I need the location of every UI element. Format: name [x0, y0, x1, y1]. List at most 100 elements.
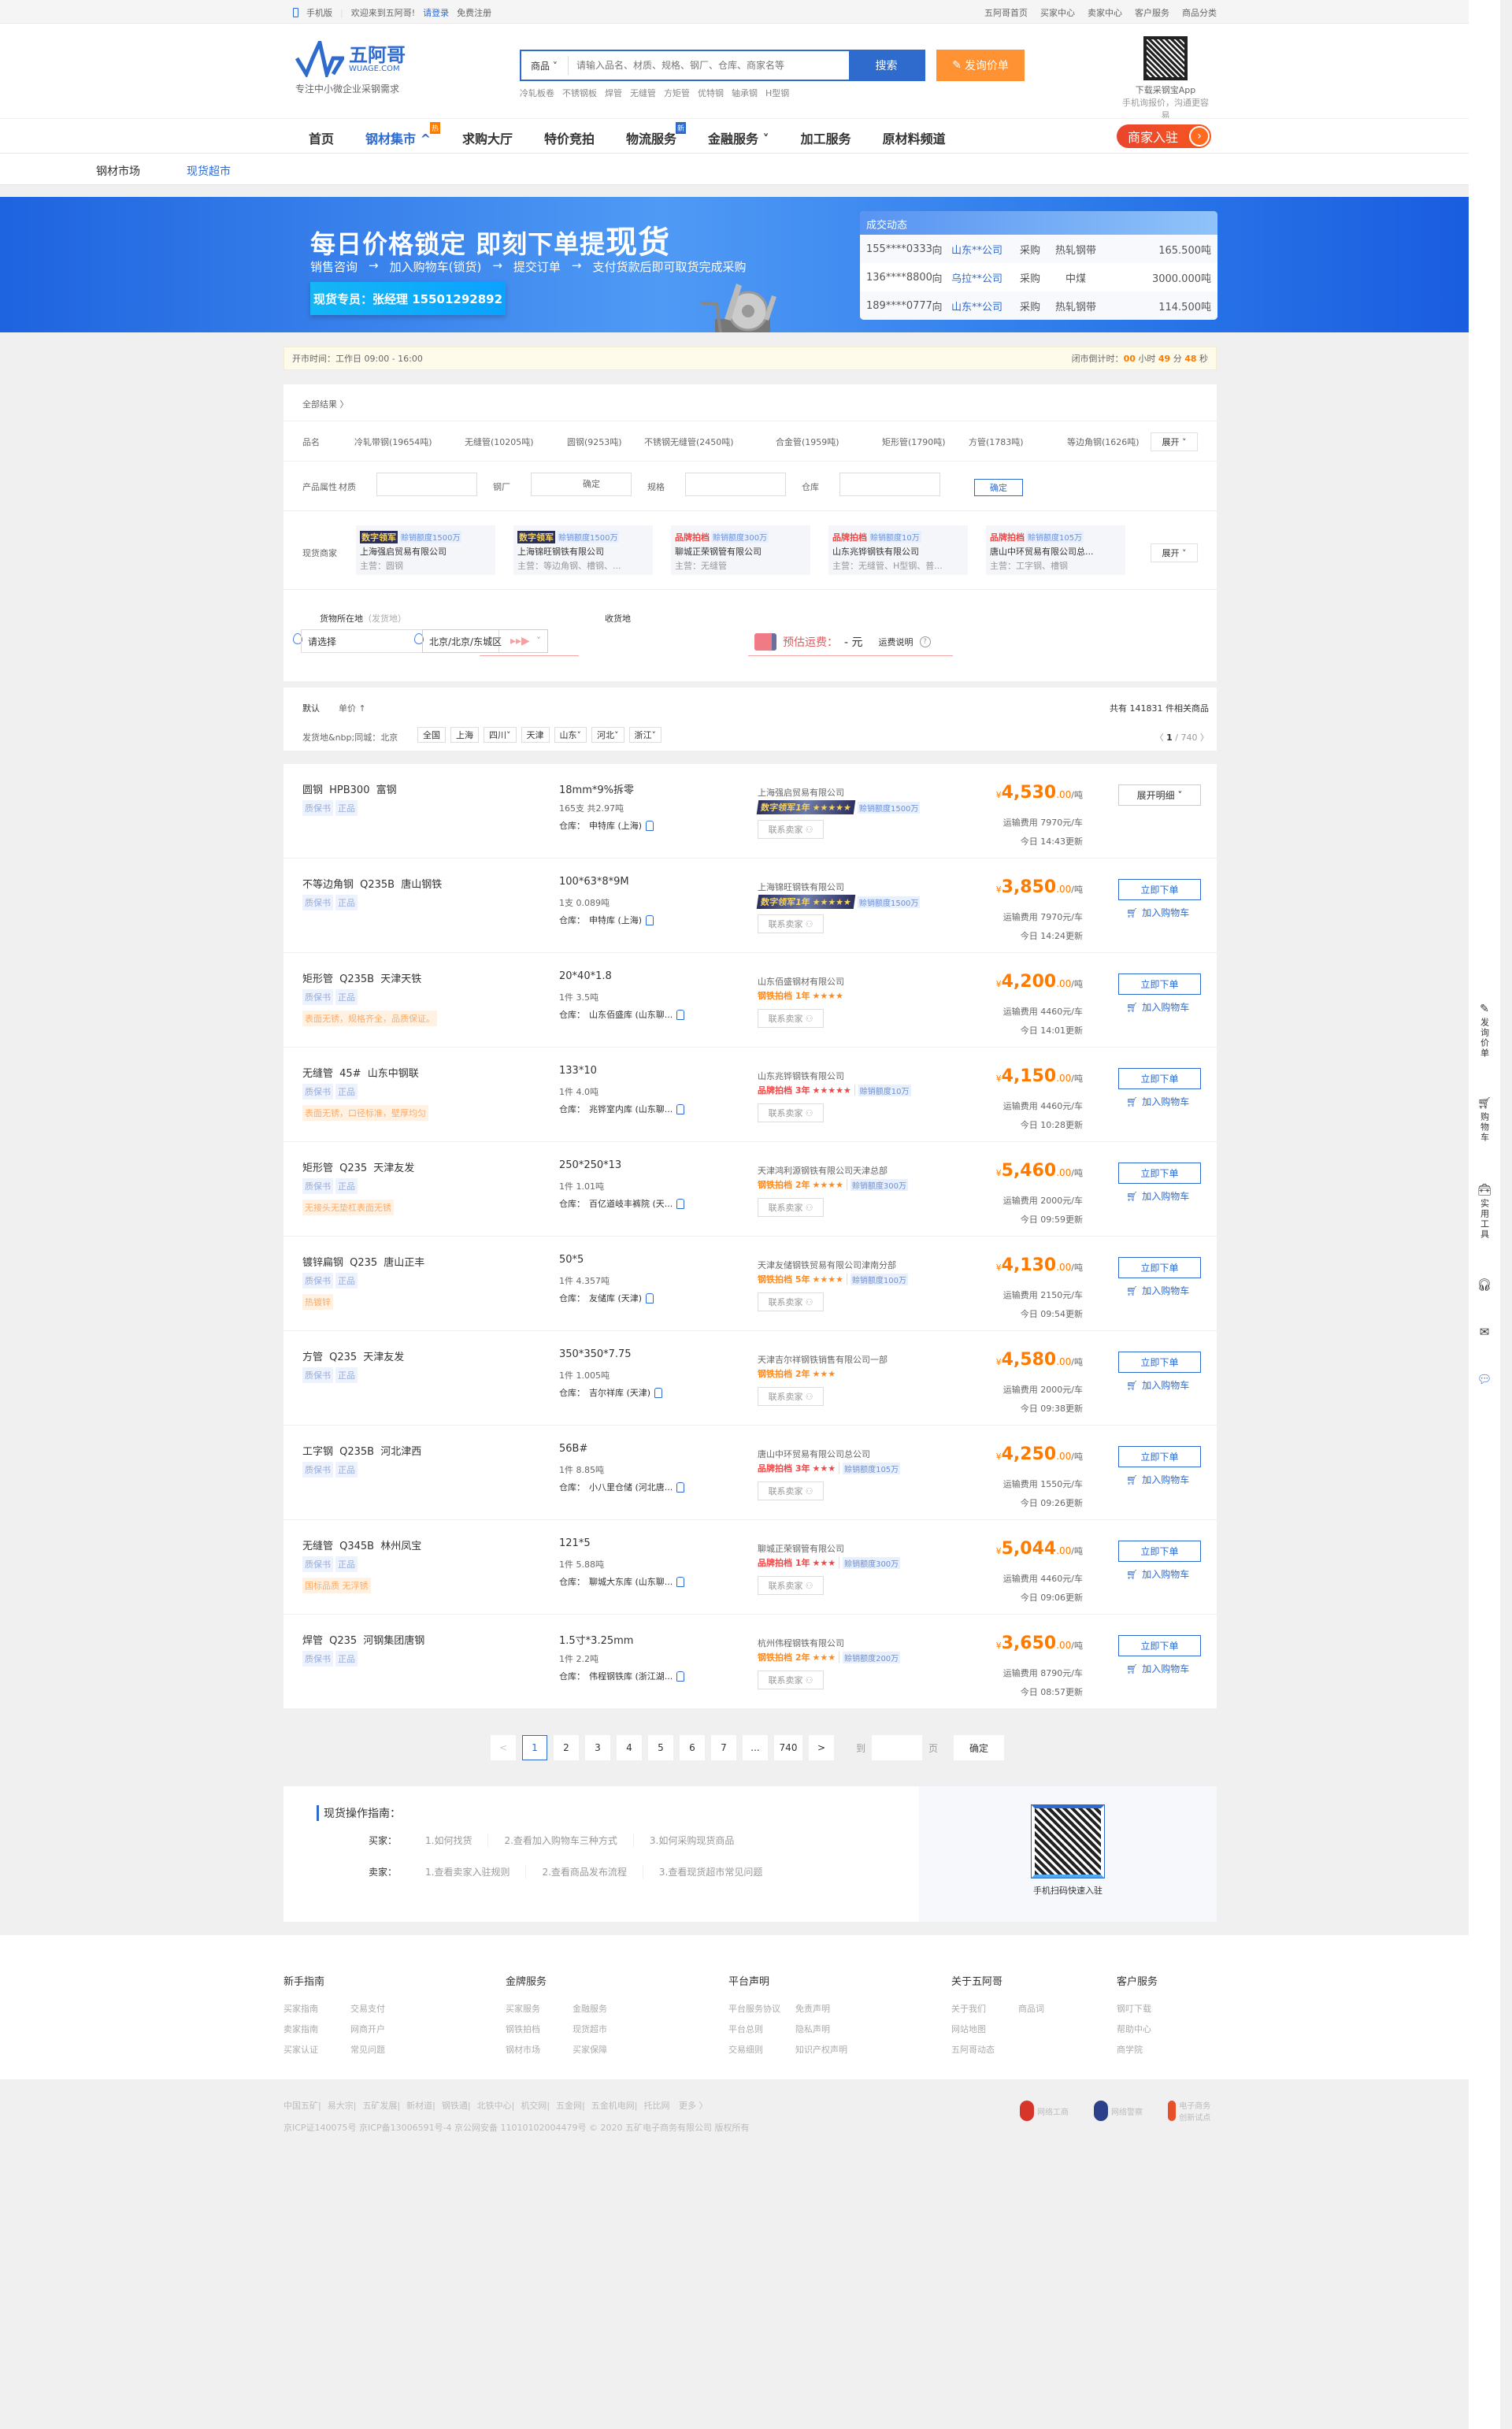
contact-seller-button[interactable]: 联系卖家 ⚇ [758, 820, 824, 839]
page-button[interactable]: ... [743, 1735, 768, 1760]
footer-link[interactable]: 交易细则 [728, 2043, 795, 2056]
footer-link[interactable]: 隐私声明 [795, 2023, 862, 2035]
seller-guide-link[interactable]: 1.查看卖家入驻规则 [410, 1865, 527, 1878]
nav-item[interactable]: 首页 [309, 128, 334, 147]
footer-link[interactable]: 网商开户 [350, 2023, 417, 2035]
page-button[interactable]: 2 [554, 1735, 579, 1760]
attribute-input-0[interactable] [376, 473, 477, 496]
footer-link[interactable]: 买家保障 [573, 2043, 639, 2056]
add-to-cart-button[interactable]: 🛒︎ 加入购物车 [1126, 1284, 1189, 1297]
mail-icon[interactable]: ✉ [1469, 1326, 1500, 1338]
warehouse-icon[interactable] [646, 1292, 654, 1304]
search-input[interactable] [569, 51, 849, 80]
expand-names-button[interactable]: 展开 ˅ [1151, 432, 1198, 451]
subnav-item[interactable]: 钢材市场 [96, 163, 140, 179]
footer-link[interactable]: 平台服务协议 [728, 2002, 795, 2015]
trust-badge[interactable]: 网络警察 [1094, 2099, 1149, 2123]
sidebar-cart[interactable]: 🛒︎ 购物车 [1469, 1098, 1500, 1145]
merchant-card[interactable]: 品牌拍档 赊销额度300万 聊城正荣钢管有限公司 主营：无缝管 [671, 525, 810, 575]
footer-link[interactable]: 网站地图 [951, 2023, 1018, 2035]
region-chip[interactable]: 山东˅ [554, 727, 587, 743]
seller-name[interactable]: 天津鸿利源钢铁有限公司天津总部 [758, 1164, 888, 1177]
breadcrumb-all-results[interactable]: 全部结果 〉 [302, 398, 349, 410]
expand-merchants-button[interactable]: 展开 ˅ [1151, 543, 1198, 562]
footer-link[interactable]: 交易支付 [350, 2002, 417, 2015]
filter-name-option[interactable]: 冷轧带钢(19654吨) [354, 436, 432, 448]
question-icon[interactable]: ? [919, 636, 931, 647]
page-button[interactable]: 7 [711, 1735, 736, 1760]
contact-seller-button[interactable]: 联系卖家 ⚇ [758, 1009, 824, 1028]
hot-keyword[interactable]: 优特钢 [698, 87, 724, 99]
contact-seller-button[interactable]: 联系卖家 ⚇ [758, 1103, 824, 1122]
merchant-card[interactable]: 品牌拍档 赊销额度105万 唐山中环贸易有限公司总... 主营：工字钢、槽钢 [986, 525, 1125, 575]
add-to-cart-button[interactable]: 🛒︎ 加入购物车 [1126, 1189, 1189, 1203]
add-to-cart-button[interactable]: 🛒︎ 加入购物车 [1126, 1000, 1189, 1014]
product-name[interactable]: 圆钢 HPB300 富钢 [302, 781, 397, 796]
sidebar-pencil[interactable]: ✎ 发询价单 [1469, 1003, 1500, 1061]
top-link[interactable]: 客户服务 [1135, 6, 1169, 19]
footer-link[interactable]: 免责声明 [795, 2002, 862, 2015]
hot-keyword[interactable]: 冷轧板卷 [520, 87, 554, 99]
nav-item[interactable]: 钢材集市 ^ 热 [365, 122, 440, 147]
headset-icon[interactable]: 🎧︎ [1469, 1279, 1500, 1291]
friend-link[interactable]: 五金网 [556, 2101, 582, 2111]
seller-name[interactable]: 天津友储钢铁贸易有限公司津南分部 [758, 1259, 896, 1271]
region-chip[interactable]: 上海 [450, 727, 479, 743]
seller-guide-link[interactable]: 2.查看商品发布流程 [526, 1865, 643, 1878]
seller-name[interactable]: 杭州伟程钢铁有限公司 [758, 1637, 844, 1649]
region-chip[interactable]: 四川˅ [484, 727, 517, 743]
contact-seller-button[interactable]: 联系卖家 ⚇ [758, 1671, 824, 1689]
add-to-cart-button[interactable]: 🛒︎ 加入购物车 [1126, 1662, 1189, 1675]
footer-link[interactable]: 买家服务 [506, 2002, 573, 2015]
order-now-button[interactable]: 立即下单 [1118, 1068, 1201, 1089]
footer-link[interactable]: 钢材市场 [506, 2043, 573, 2056]
chat-icon[interactable]: 💬︎ [1469, 1374, 1500, 1385]
contact-seller-button[interactable]: 联系卖家 ⚇ [758, 1387, 824, 1406]
goto-confirm-button[interactable]: 确定 [954, 1735, 1005, 1760]
warehouse-icon[interactable] [676, 1482, 685, 1493]
merchant-card[interactable]: 品牌拍档 赊销额度10万 山东兆铧钢铁有限公司 主营：无缝管、H型钢、普... [828, 525, 968, 575]
attribute-confirm-button[interactable]: 确定 [583, 477, 604, 489]
add-to-cart-button[interactable]: 🛒︎ 加入购物车 [1126, 1473, 1189, 1486]
page-button[interactable]: 6 [680, 1735, 705, 1760]
footer-link[interactable]: 卖家指南 [284, 2023, 350, 2035]
warehouse-icon[interactable] [646, 914, 654, 925]
friend-link[interactable]: 北铁中心 [477, 2101, 512, 2111]
product-name[interactable]: 无缝管 45# 山东中钢联 [302, 1065, 419, 1080]
hot-keyword[interactable]: 不锈钢板 [562, 87, 597, 99]
footer-link[interactable]: 金融服务 [573, 2002, 639, 2015]
trust-badge[interactable]: 电子商务创新试点 [1168, 2099, 1215, 2123]
product-name[interactable]: 矩形管 Q235B 天津天铁 [302, 970, 421, 985]
footer-link[interactable]: 五阿哥动态 [951, 2043, 1018, 2056]
seller-name[interactable]: 上海锦旺钢铁有限公司 [758, 881, 844, 893]
hot-keyword[interactable]: 无缝管 [630, 87, 656, 99]
friend-link[interactable]: 新材道 [406, 2101, 432, 2111]
expand-detail-button[interactable]: 展开明细 ˅ [1118, 784, 1201, 806]
seller-name[interactable]: 天津吉尔祥钢铁销售有限公司一部 [758, 1353, 888, 1366]
filter-name-option[interactable]: 合金管(1959吨) [776, 436, 839, 448]
seller-name[interactable]: 唐山中环贸易有限公司总公司 [758, 1448, 870, 1460]
page-button[interactable]: 1 [522, 1735, 547, 1760]
nav-item[interactable]: 特价竞拍 [544, 128, 595, 147]
product-name[interactable]: 镀锌扁钢 Q235 唐山正丰 [302, 1254, 424, 1269]
friend-link[interactable]: 更多 〉 [679, 2101, 708, 2111]
search-category-select[interactable]: 商品 ˅ [521, 56, 569, 75]
region-chip[interactable]: 河北˅ [591, 727, 624, 743]
add-to-cart-button[interactable]: 🛒︎ 加入购物车 [1126, 906, 1189, 919]
sales-rep-button[interactable]: 现货专员：张经理 15501292892 [310, 282, 506, 315]
add-to-cart-button[interactable]: 🛒︎ 加入购物车 [1126, 1095, 1189, 1108]
search-button[interactable]: 搜索 [849, 51, 924, 80]
seller-name[interactable]: 聊城正荣钢管有限公司 [758, 1542, 844, 1555]
attribute-input-3[interactable] [839, 473, 940, 496]
product-name[interactable]: 无缝管 Q345B 林州凤宝 [302, 1537, 421, 1552]
footer-link[interactable]: 平台总则 [728, 2023, 795, 2035]
footer-link[interactable]: 钢铁拍档 [506, 2023, 573, 2035]
footer-link[interactable]: 常见问题 [350, 2043, 417, 2056]
top-link[interactable]: 买家中心 [1040, 6, 1075, 19]
merchant-join-button[interactable]: 商家入驻 › [1117, 124, 1211, 148]
friend-link[interactable]: 五矿发展 [362, 2101, 397, 2111]
page-button[interactable]: 5 [648, 1735, 673, 1760]
sort-price[interactable]: 单价 ↑ [339, 702, 366, 714]
nav-item[interactable]: 金融服务 ˅ [708, 128, 769, 147]
merchant-card[interactable]: 数字领军 赊销额度1500万 上海强启贸易有限公司 主营：圆钢 [356, 525, 495, 575]
